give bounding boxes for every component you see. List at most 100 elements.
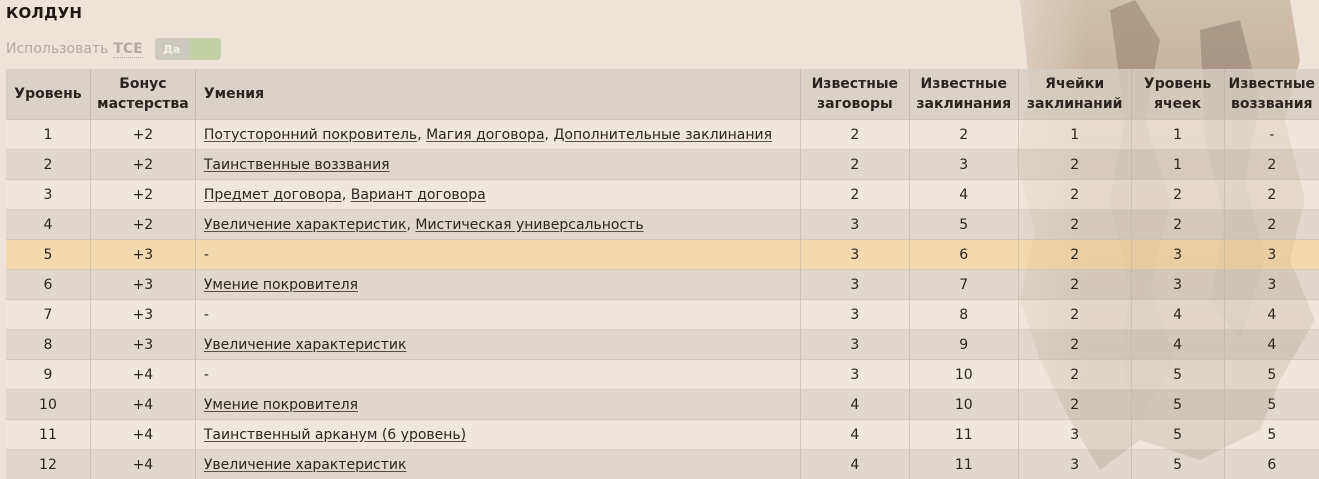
- column-header-spell-slots: Ячейки заклинаний: [1018, 69, 1131, 120]
- cell-spell-slots: 2: [1018, 180, 1131, 210]
- tce-toggle-knob: Да: [155, 38, 189, 60]
- tce-abbreviation[interactable]: TCE: [113, 41, 142, 58]
- feature-link[interactable]: Мистическая универсальность: [415, 217, 643, 233]
- tce-label: Использовать: [6, 41, 108, 57]
- table-row: 10+4Умение покровителя410255: [6, 390, 1319, 420]
- cell-cantrips-known: 4: [800, 390, 909, 420]
- table-header-row: Уровень Бонус мастерства Умения Известны…: [6, 69, 1319, 120]
- table-row: 3+2Предмет договора, Вариант договора242…: [6, 180, 1319, 210]
- cell-spell-slots: 2: [1018, 240, 1131, 270]
- table-row: 11+4Таинственный арканум (6 уровень)4113…: [6, 420, 1319, 450]
- column-header-spells-known: Известные заклинания: [909, 69, 1018, 120]
- cell-slot-level: 2: [1131, 180, 1224, 210]
- table-row: 1+2Потусторонний покровитель, Магия дого…: [6, 120, 1319, 150]
- cell-cantrips-known: 2: [800, 150, 909, 180]
- column-header-cantrips-known: Известные заговоры: [800, 69, 909, 120]
- cell-invocations-known: 5: [1224, 420, 1319, 450]
- feature-link[interactable]: Умение покровителя: [204, 277, 358, 293]
- cell-slot-level: 5: [1131, 390, 1224, 420]
- tce-toggle[interactable]: Да: [155, 38, 221, 60]
- cell-spells-known: 6: [909, 240, 1018, 270]
- cell-level: 6: [6, 270, 90, 300]
- table-row: 9+4-310255: [6, 360, 1319, 390]
- column-header-level: Уровень: [6, 69, 90, 120]
- cell-slot-level: 1: [1131, 120, 1224, 150]
- feature-link[interactable]: Потусторонний покровитель: [204, 127, 417, 143]
- cell-cantrips-known: 3: [800, 240, 909, 270]
- cell-slot-level: 3: [1131, 240, 1224, 270]
- cell-spell-slots: 3: [1018, 420, 1131, 450]
- cell-invocations-known: 2: [1224, 210, 1319, 240]
- cell-spell-slots: 2: [1018, 390, 1131, 420]
- cell-spell-slots: 2: [1018, 360, 1131, 390]
- cell-invocations-known: 3: [1224, 270, 1319, 300]
- feature-link[interactable]: Предмет договора: [204, 187, 342, 203]
- cell-spell-slots: 3: [1018, 450, 1131, 479]
- cell-features: -: [195, 300, 800, 330]
- table-body: 1+2Потусторонний покровитель, Магия дого…: [6, 120, 1319, 479]
- table-row: 6+3Умение покровителя37233: [6, 270, 1319, 300]
- cell-invocations-known: 6: [1224, 450, 1319, 479]
- feature-link[interactable]: Увеличение характеристик: [204, 337, 407, 353]
- cell-spells-known: 8: [909, 300, 1018, 330]
- cell-features: Предмет договора, Вариант договора: [195, 180, 800, 210]
- cell-cantrips-known: 3: [800, 360, 909, 390]
- cell-invocations-known: 5: [1224, 360, 1319, 390]
- cell-spells-known: 3: [909, 150, 1018, 180]
- table-row: 4+2Увеличение характеристик, Мистическая…: [6, 210, 1319, 240]
- feature-link[interactable]: Таинственные воззвания: [204, 157, 390, 173]
- cell-level: 5: [6, 240, 90, 270]
- cell-spell-slots: 2: [1018, 270, 1131, 300]
- column-header-proficiency-bonus: Бонус мастерства: [90, 69, 195, 120]
- cell-proficiency-bonus: +2: [90, 150, 195, 180]
- feature-link[interactable]: Вариант договора: [351, 187, 486, 203]
- table-row: 7+3-38244: [6, 300, 1319, 330]
- cell-slot-level: 5: [1131, 360, 1224, 390]
- feature-link[interactable]: Умение покровителя: [204, 397, 358, 413]
- class-progression-table: Уровень Бонус мастерства Умения Известны…: [6, 69, 1319, 479]
- cell-spells-known: 11: [909, 450, 1018, 479]
- cell-spells-known: 5: [909, 210, 1018, 240]
- cell-proficiency-bonus: +4: [90, 420, 195, 450]
- cell-level: 1: [6, 120, 90, 150]
- cell-proficiency-bonus: +4: [90, 450, 195, 479]
- feature-link[interactable]: Магия договора: [426, 127, 544, 143]
- cell-proficiency-bonus: +2: [90, 210, 195, 240]
- cell-spells-known: 4: [909, 180, 1018, 210]
- feature-link[interactable]: Увеличение характеристик: [204, 217, 407, 233]
- cell-proficiency-bonus: +3: [90, 330, 195, 360]
- cell-cantrips-known: 2: [800, 120, 909, 150]
- table-row: 12+4Увеличение характеристик411356: [6, 450, 1319, 479]
- cell-cantrips-known: 3: [800, 210, 909, 240]
- cell-invocations-known: 2: [1224, 150, 1319, 180]
- cell-features: Умение покровителя: [195, 270, 800, 300]
- cell-invocations-known: 3: [1224, 240, 1319, 270]
- cell-cantrips-known: 3: [800, 330, 909, 360]
- cell-features: Таинственный арканум (6 уровень): [195, 420, 800, 450]
- cell-spell-slots: 2: [1018, 330, 1131, 360]
- cell-slot-level: 1: [1131, 150, 1224, 180]
- cell-features: Увеличение характеристик: [195, 330, 800, 360]
- cell-slot-level: 4: [1131, 300, 1224, 330]
- cell-slot-level: 5: [1131, 450, 1224, 479]
- cell-features: Умение покровителя: [195, 390, 800, 420]
- feature-link[interactable]: Увеличение характеристик: [204, 457, 407, 473]
- cell-features: Увеличение характеристик: [195, 450, 800, 479]
- cell-slot-level: 3: [1131, 270, 1224, 300]
- feature-link[interactable]: Дополнительные заклинания: [553, 127, 772, 143]
- cell-cantrips-known: 3: [800, 300, 909, 330]
- cell-proficiency-bonus: +3: [90, 270, 195, 300]
- cell-proficiency-bonus: +2: [90, 180, 195, 210]
- column-header-features: Умения: [195, 69, 800, 120]
- cell-features: -: [195, 360, 800, 390]
- cell-cantrips-known: 3: [800, 270, 909, 300]
- feature-link[interactable]: Таинственный арканум (6 уровень): [204, 427, 466, 443]
- feature-empty: -: [204, 247, 209, 263]
- cell-features: Потусторонний покровитель, Магия договор…: [195, 120, 800, 150]
- cell-cantrips-known: 2: [800, 180, 909, 210]
- cell-slot-level: 2: [1131, 210, 1224, 240]
- column-header-slot-level: Уровень ячеек: [1131, 69, 1224, 120]
- cell-invocations-known: 4: [1224, 330, 1319, 360]
- table-row: 5+3-36233: [6, 240, 1319, 270]
- cell-level: 2: [6, 150, 90, 180]
